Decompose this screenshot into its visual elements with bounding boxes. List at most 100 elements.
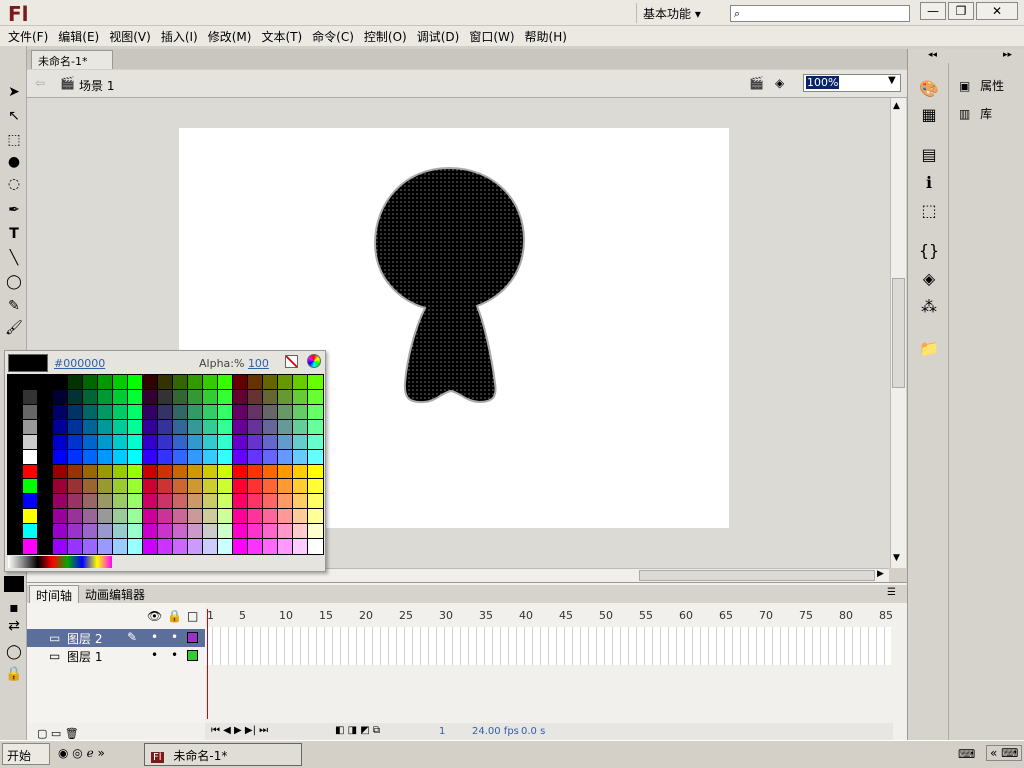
color-swatch[interactable] bbox=[307, 374, 324, 391]
color-swatch[interactable] bbox=[232, 448, 249, 466]
color-swatch[interactable] bbox=[202, 508, 219, 526]
color-swatch[interactable] bbox=[82, 463, 99, 481]
color-swatch[interactable] bbox=[157, 493, 174, 511]
color-swatch[interactable] bbox=[172, 523, 189, 541]
color-icon[interactable]: 🎨 bbox=[917, 79, 941, 99]
color-swatch[interactable] bbox=[142, 493, 159, 511]
color-swatch[interactable] bbox=[262, 463, 279, 481]
color-swatch[interactable] bbox=[307, 463, 324, 481]
color-swatch[interactable] bbox=[22, 523, 39, 541]
restore-button[interactable]: ❐ bbox=[948, 2, 974, 20]
color-swatch[interactable] bbox=[232, 493, 249, 511]
color-swatch[interactable] bbox=[292, 508, 309, 526]
color-swatch[interactable] bbox=[217, 388, 234, 406]
black-white-icon[interactable]: ▪ bbox=[4, 598, 24, 618]
color-swatch[interactable] bbox=[127, 493, 144, 511]
zoom-select[interactable]: 100% ▼ bbox=[803, 74, 901, 92]
color-swatch[interactable] bbox=[277, 418, 294, 436]
color-swatch[interactable] bbox=[52, 463, 69, 481]
color-swatch[interactable] bbox=[217, 463, 234, 481]
color-swatch[interactable] bbox=[277, 463, 294, 481]
color-swatch[interactable] bbox=[22, 388, 39, 406]
color-swatch[interactable] bbox=[292, 374, 309, 391]
library-panel-button[interactable]: ▥ 库 bbox=[959, 105, 1019, 125]
color-swatch[interactable] bbox=[187, 463, 204, 481]
color-swatch[interactable] bbox=[82, 418, 99, 436]
color-swatch[interactable] bbox=[307, 493, 324, 511]
color-swatch[interactable] bbox=[247, 403, 264, 421]
color-swatch[interactable] bbox=[187, 388, 204, 406]
color-swatch[interactable] bbox=[97, 478, 114, 496]
transform-icon[interactable]: ⬚ bbox=[917, 201, 941, 221]
color-swatch[interactable] bbox=[142, 388, 159, 406]
color-swatch[interactable] bbox=[307, 538, 324, 555]
color-swatch[interactable] bbox=[277, 388, 294, 406]
color-swatch[interactable] bbox=[292, 538, 309, 555]
color-swatch[interactable] bbox=[112, 388, 129, 406]
color-swatch[interactable] bbox=[202, 433, 219, 451]
keyboard-icon[interactable]: ⌨ bbox=[958, 747, 975, 761]
color-swatch[interactable] bbox=[97, 433, 114, 451]
color-swatch[interactable] bbox=[22, 478, 39, 496]
color-swatch[interactable] bbox=[97, 508, 114, 526]
color-swatch[interactable] bbox=[217, 433, 234, 451]
hex-value[interactable]: #000000 bbox=[54, 357, 105, 370]
color-swatch[interactable] bbox=[202, 478, 219, 496]
color-swatch[interactable] bbox=[232, 374, 249, 391]
color-swatch[interactable] bbox=[52, 508, 69, 526]
color-swatch[interactable] bbox=[7, 508, 24, 526]
color-swatch[interactable] bbox=[277, 493, 294, 511]
color-swatch[interactable] bbox=[307, 403, 324, 421]
tray-expand-icon[interactable]: « ⌨ bbox=[986, 745, 1023, 761]
color-swatch[interactable] bbox=[67, 493, 84, 511]
color-swatch[interactable] bbox=[112, 433, 129, 451]
color-swatch[interactable] bbox=[247, 388, 264, 406]
color-swatch[interactable] bbox=[7, 538, 24, 555]
color-swatch[interactable] bbox=[52, 418, 69, 436]
color-swatch[interactable] bbox=[217, 478, 234, 496]
color-swatch[interactable] bbox=[37, 538, 54, 555]
color-swatch[interactable] bbox=[157, 463, 174, 481]
onion-skin-icon[interactable]: ◧ ◨ ◩ ⧉ bbox=[335, 725, 380, 736]
align-icon[interactable]: ▤ bbox=[917, 145, 941, 165]
scroll-down-icon[interactable]: ▼ bbox=[893, 553, 900, 563]
subselection-tool-icon[interactable]: ↖ bbox=[4, 106, 24, 126]
color-swatch[interactable] bbox=[127, 463, 144, 481]
frame-area[interactable]: 1 5 10 15 20 25 30 35 40 45 50 55 60 65 70 75 80 85 bbox=[205, 603, 893, 723]
color-swatch[interactable] bbox=[67, 418, 84, 436]
color-swatch[interactable] bbox=[157, 508, 174, 526]
color-swatch[interactable] bbox=[97, 523, 114, 541]
color-swatch[interactable] bbox=[172, 403, 189, 421]
color-swatch[interactable] bbox=[187, 418, 204, 436]
color-swatch[interactable] bbox=[127, 418, 144, 436]
gradient-swatches[interactable] bbox=[8, 556, 112, 568]
color-swatch[interactable] bbox=[187, 403, 204, 421]
color-swatch[interactable] bbox=[112, 403, 129, 421]
menu-view[interactable]: 视图(V) bbox=[109, 26, 151, 46]
text-tool-icon[interactable]: T bbox=[4, 224, 24, 244]
color-swatch[interactable] bbox=[307, 523, 324, 541]
color-swatch[interactable] bbox=[232, 388, 249, 406]
quicklaunch-icons[interactable]: ◉ ◎ ℯ » bbox=[58, 746, 105, 760]
color-swatch[interactable] bbox=[22, 508, 39, 526]
color-swatch[interactable] bbox=[97, 374, 114, 391]
color-swatch[interactable] bbox=[217, 508, 234, 526]
color-swatch[interactable] bbox=[97, 418, 114, 436]
brush-tool-icon[interactable]: 🖌 bbox=[4, 318, 24, 338]
color-swatch[interactable] bbox=[142, 448, 159, 466]
color-swatch[interactable] bbox=[142, 463, 159, 481]
color-swatch[interactable] bbox=[22, 418, 39, 436]
color-swatch[interactable] bbox=[112, 463, 129, 481]
motion-presets-icon[interactable]: ⁂ bbox=[917, 297, 941, 317]
color-swatch[interactable] bbox=[67, 508, 84, 526]
color-swatch[interactable] bbox=[232, 538, 249, 555]
color-swatch[interactable] bbox=[22, 374, 39, 391]
tab-timeline[interactable]: 时间轴 bbox=[29, 585, 80, 603]
color-swatch[interactable] bbox=[7, 433, 24, 451]
vertical-scrollbar[interactable]: ▲ ▼ bbox=[890, 98, 906, 568]
color-swatch[interactable] bbox=[37, 433, 54, 451]
color-swatch[interactable] bbox=[307, 388, 324, 406]
color-swatch[interactable] bbox=[217, 418, 234, 436]
expand-icon[interactable]: ▸▸ bbox=[1003, 50, 1012, 60]
color-swatch[interactable] bbox=[277, 448, 294, 466]
